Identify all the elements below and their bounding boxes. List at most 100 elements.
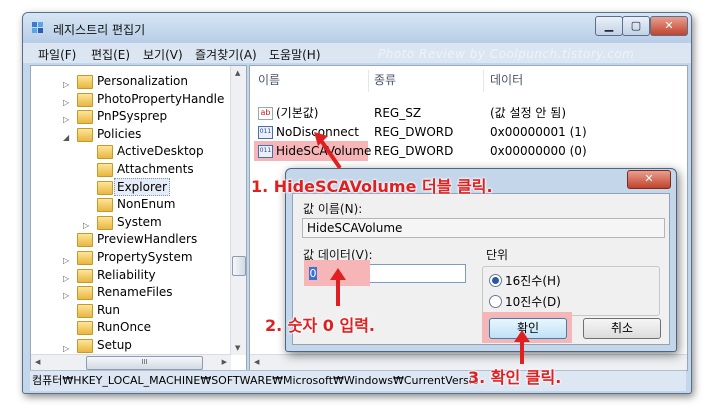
tree-item[interactable]: ▷ PropertySystem — [31, 248, 231, 266]
annotation-step-3: 3. 확인 클릭. — [468, 368, 562, 387]
folder-icon — [77, 339, 93, 353]
folder-icon — [77, 286, 93, 301]
binary-value-icon: 011 — [258, 126, 273, 139]
annotation-arrow-up-icon — [514, 330, 530, 364]
annotation-arrow-up-icon — [314, 132, 342, 170]
tree-item-label: RunOnce — [97, 320, 152, 335]
tree-item[interactable]: Run — [31, 301, 231, 319]
tree-item[interactable]: ◢ Policies — [31, 125, 231, 143]
folder-icon — [77, 110, 93, 125]
value-data: 0x00000001 (1) — [490, 125, 587, 139]
value-data-text: 0 — [309, 267, 317, 280]
scroll-up-icon[interactable]: ▲ — [235, 69, 240, 77]
tree-item-label: Setup — [97, 338, 132, 352]
folder-icon — [77, 92, 93, 107]
annotation-arrow-up-icon — [330, 268, 346, 306]
value-data: (값 설정 안 됨) — [490, 106, 567, 120]
menu-file[interactable]: 파일(F) — [38, 46, 76, 63]
tree-item-label: PnPSysprep — [97, 109, 168, 124]
folder-icon — [77, 75, 93, 89]
regedit-app-icon — [32, 22, 43, 33]
maximize-button[interactable]: ▢ — [622, 16, 650, 36]
tree-item-label: PhotoPropertyHandle — [97, 91, 225, 106]
value-type: REG_DWORD — [374, 144, 454, 158]
folder-icon — [97, 163, 113, 177]
tree-item[interactable]: ▷ Reliability — [31, 266, 231, 284]
annotation-step-1: 1. HideSCAVolume 더블 클릭. — [251, 177, 493, 196]
column-type-header[interactable]: 종류 — [374, 70, 396, 92]
column-data-header[interactable]: 데이터 — [490, 70, 523, 92]
value-row-default[interactable]: ab (기본값) REG_SZ (값 설정 안 됨) — [258, 104, 678, 122]
close-button[interactable]: ✕ — [650, 16, 688, 36]
tree-item[interactable]: Attachments — [31, 160, 231, 178]
hex-radio[interactable] — [489, 274, 502, 287]
tree-item-label: Policies — [97, 126, 142, 141]
decimal-radio[interactable] — [489, 295, 502, 308]
column-separator[interactable] — [368, 70, 369, 92]
folder-icon — [77, 303, 93, 318]
status-bar: 컴퓨터₩HKEY_LOCAL_MACHINE₩SOFTWARE₩Microsof… — [30, 370, 686, 391]
tree-item-label: Personalization — [97, 74, 188, 88]
tree-item[interactable]: ▷ System — [31, 213, 231, 231]
tree-item-label: Reliability — [97, 267, 156, 282]
tree-item[interactable]: ▷ PnPSysprep — [31, 107, 231, 125]
tree-item[interactable]: Explorer — [31, 177, 231, 196]
tree-item[interactable]: ▷ PhotoPropertyHandle — [31, 90, 231, 108]
folder-icon — [77, 251, 93, 265]
menu-view[interactable]: 보기(V) — [143, 46, 183, 63]
tree-item-label: RenameFiles — [97, 285, 173, 300]
value-type: REG_SZ — [374, 106, 422, 120]
tree-item[interactable]: RunOnce — [31, 318, 231, 336]
folder-icon — [97, 198, 113, 213]
binary-value-icon: 011 — [258, 145, 273, 158]
tree-item[interactable]: ActiveDesktop — [31, 142, 231, 160]
scroll-left-icon[interactable]: ◀ — [254, 358, 259, 366]
column-separator[interactable] — [483, 70, 484, 92]
value-name-label: 값 이름(N): — [303, 202, 363, 216]
tree-horizontal-scrollbar[interactable]: ◀ III ▶ — [31, 354, 231, 370]
key-tree[interactable]: ▷ Personalization ▷ PhotoPropertyHandle ▷ PnP… — [30, 65, 247, 371]
folder-icon — [97, 180, 113, 195]
tree-item[interactable]: NonEnum — [31, 195, 231, 213]
dialog-close-button[interactable]: ✕ — [627, 170, 671, 189]
tree-item-label: PropertySystem — [97, 250, 193, 264]
tree-item-label: PreviewHandlers — [97, 232, 198, 247]
tree-item[interactable]: ▷ RenameFiles — [31, 283, 231, 301]
tree-item-label: Explorer — [114, 177, 170, 196]
tree-item-label: ActiveDesktop — [117, 144, 204, 159]
folder-icon — [77, 127, 93, 142]
tree-item[interactable]: ▷ Setup — [31, 336, 231, 354]
tree-horizontal-scroll-thumb[interactable]: III — [86, 356, 203, 370]
annotation-step-2: 2. 숫자 0 입력. — [265, 316, 376, 335]
window-title: 레지스트리 편집기 — [53, 23, 146, 37]
folder-icon — [97, 145, 113, 160]
scroll-right-icon[interactable]: ▶ — [222, 358, 227, 366]
tree-item-label: Run — [97, 302, 121, 317]
value-data: 0x00000000 (0) — [490, 144, 587, 158]
tree-item-label: NonEnum — [117, 197, 176, 212]
cancel-button[interactable]: 취소 — [583, 318, 661, 339]
folder-icon — [77, 233, 93, 248]
menu-favorites[interactable]: 즐겨찾기(A) — [195, 46, 257, 63]
decimal-radio-label[interactable]: 10진수(D) — [505, 293, 561, 310]
tree-vertical-scroll-thumb[interactable] — [232, 256, 246, 276]
title-bar[interactable]: 레지스트리 편집기 ▁ ▢ ✕ — [23, 13, 691, 43]
tree-item-label: System — [117, 214, 162, 229]
minimize-button[interactable]: ▁ — [595, 16, 623, 36]
folder-icon — [77, 321, 93, 336]
menu-edit[interactable]: 편집(E) — [91, 46, 130, 63]
folder-icon — [77, 268, 93, 283]
column-name-header[interactable]: 이름 — [258, 70, 280, 92]
menu-help[interactable]: 도움말(H) — [269, 46, 321, 63]
base-group-label: 단위 — [486, 248, 509, 262]
scroll-left-icon[interactable]: ◀ — [35, 358, 40, 366]
tree-item[interactable]: PreviewHandlers — [31, 230, 231, 248]
folder-icon — [97, 215, 113, 230]
hex-radio-label[interactable]: 16진수(H) — [505, 272, 561, 289]
value-name-field[interactable]: HideSCAVolume — [302, 218, 665, 238]
tree-vertical-scrollbar[interactable]: ▲ ▼ — [230, 66, 246, 355]
base-group: 16진수(H) 10진수(D) — [482, 266, 660, 316]
tree-item-label: Attachments — [117, 162, 194, 176]
scroll-down-icon[interactable]: ▼ — [235, 344, 240, 352]
tree-item[interactable]: ▷ Personalization — [31, 72, 231, 90]
